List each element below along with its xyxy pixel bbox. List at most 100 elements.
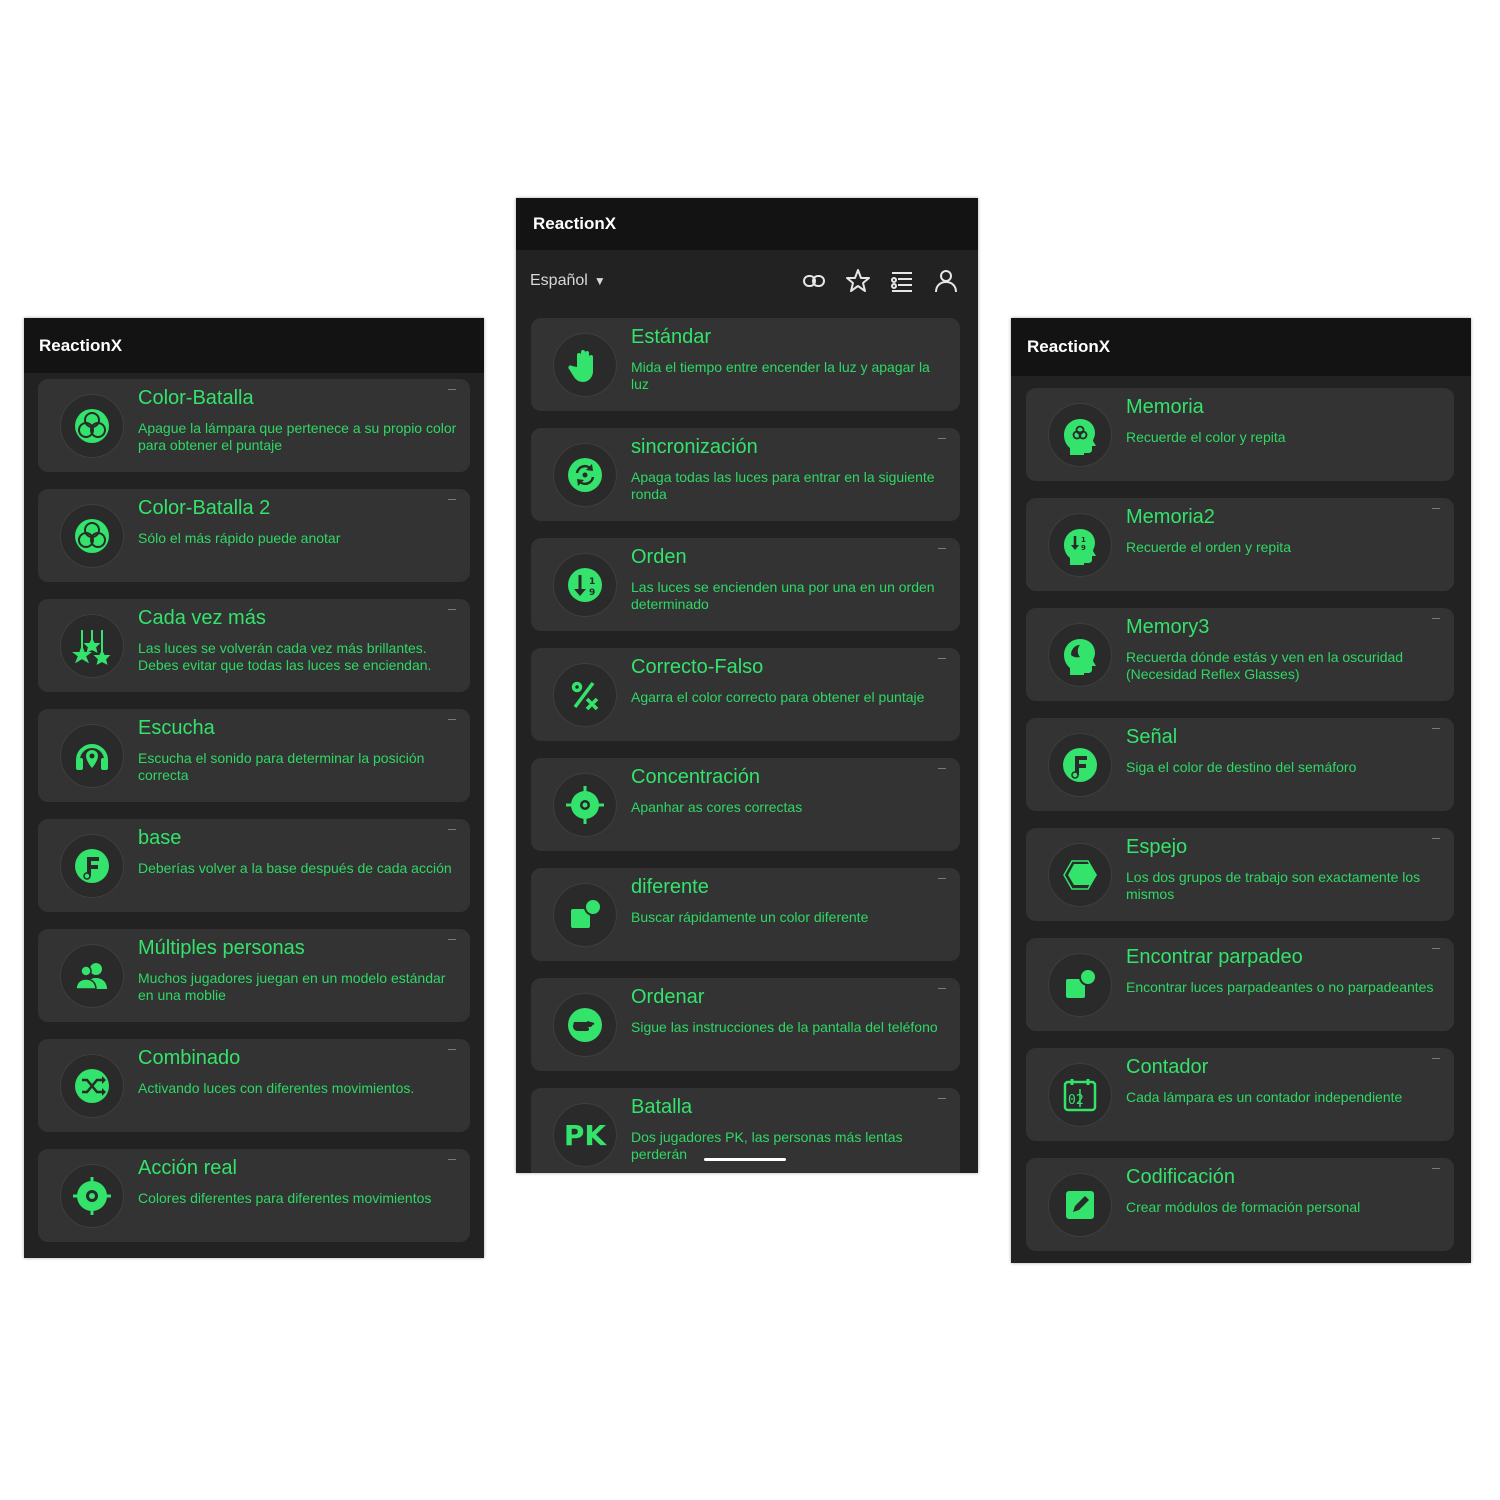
more-dash-icon[interactable] (448, 1159, 456, 1160)
mode-card-estandar[interactable]: Estándar Mida el tiempo entre encender l… (531, 318, 960, 411)
counter-digits: 02 (1068, 1093, 1084, 1108)
head-order-icon: 19 (1048, 513, 1112, 577)
more-dash-icon[interactable] (938, 768, 946, 769)
mode-card-orden[interactable]: 19 Orden Las luces se encienden una por … (531, 538, 960, 631)
mode-card-ordenar[interactable]: Ordenar Sigue las instrucciones de la pa… (531, 978, 960, 1071)
svg-text:9: 9 (589, 588, 595, 598)
shapes-icon (553, 883, 617, 947)
mode-card-senal[interactable]: Señal Siga el color de destino del semáf… (1026, 718, 1454, 811)
mode-description: Apaga todas las luces para entrar en la … (631, 469, 935, 502)
sync-icon (553, 443, 617, 507)
dropdown-caret-icon: ▼ (593, 274, 606, 288)
more-dash-icon[interactable] (448, 389, 456, 390)
mode-list: Color-Batalla Apague la lámpara que pert… (24, 373, 484, 1242)
mode-card-combinado[interactable]: Combinado Activando luces con diferentes… (38, 1039, 470, 1132)
more-dash-icon[interactable] (938, 878, 946, 879)
more-dash-icon[interactable] (448, 499, 456, 500)
edit-icon (1048, 1173, 1112, 1237)
mode-title: Correcto-Falso (631, 656, 764, 678)
mode-description: Muchos jugadores juegan en un modelo est… (138, 970, 446, 1003)
mode-card-concentracion[interactable]: Concentración Apanhar as cores correctas (531, 758, 960, 851)
more-dash-icon[interactable] (938, 1098, 946, 1099)
svg-text:1: 1 (1081, 536, 1086, 544)
language-select[interactable]: Español ▼ (530, 272, 606, 290)
mode-card-multiples-personas[interactable]: Múltiples personas Muchos jugadores jueg… (38, 929, 470, 1022)
mode-card-sincronizacion[interactable]: sincronización Apaga todas las luces par… (531, 428, 960, 521)
percent-x-icon (553, 663, 617, 727)
mode-list: Memoria Recuerde el color y repita 19 Me… (1011, 376, 1471, 1251)
pk-icon: PK (553, 1103, 617, 1167)
shuffle-icon (60, 1054, 124, 1118)
more-dash-icon[interactable] (1432, 1168, 1440, 1169)
mode-title: Señal (1126, 726, 1178, 748)
mode-card-color-batalla-2[interactable]: Color-Batalla 2 Sólo el más rápido puede… (38, 489, 470, 582)
mode-card-contador[interactable]: 02 Contador Cada lámpara es un contador … (1026, 1048, 1454, 1141)
mode-card-escucha[interactable]: Escucha Escucha el sonido para determina… (38, 709, 470, 802)
mode-description: Sólo el más rápido puede anotar (138, 530, 341, 546)
phone-screen-right: ReactionX Memoria Recuerde el color y re… (1011, 318, 1471, 1263)
headphones-pin-icon (60, 724, 124, 788)
app-title: ReactionX (1027, 337, 1111, 356)
mode-description: Agarra el color correcto para obtener el… (631, 689, 925, 705)
more-dash-icon[interactable] (448, 719, 456, 720)
mode-title: Color-Batalla 2 (138, 497, 271, 519)
mode-card-memory3[interactable]: Memory3 Recuerda dónde estás y ven en la… (1026, 608, 1454, 701)
more-dash-icon[interactable] (1432, 838, 1440, 839)
mode-card-accion-real[interactable]: Acción real Colores diferentes para dife… (38, 1149, 470, 1242)
hanging-stars-icon (60, 614, 124, 678)
app-titlebar: ReactionX (516, 198, 978, 250)
mode-description: Recuerde el color y repita (1126, 429, 1286, 445)
mode-description: Encontrar luces parpadeantes o no parpad… (1126, 979, 1434, 995)
mode-card-cada-vez-mas[interactable]: Cada vez más Las luces se volverán cada … (38, 599, 470, 692)
more-dash-icon[interactable] (938, 438, 946, 439)
pointing-hand-icon (553, 993, 617, 1057)
home-indicator[interactable] (704, 1158, 786, 1161)
mode-card-memoria2[interactable]: 19 Memoria2 Recuerde el orden y repita (1026, 498, 1454, 591)
more-dash-icon[interactable] (448, 829, 456, 830)
mode-description: Activando luces con diferentes movimient… (138, 1080, 415, 1096)
more-dash-icon[interactable] (1432, 618, 1440, 619)
more-dash-icon[interactable] (1432, 728, 1440, 729)
more-dash-icon[interactable] (448, 939, 456, 940)
mode-title: Ordenar (631, 986, 705, 1008)
mode-card-base[interactable]: base Deberías volver a la base después d… (38, 819, 470, 912)
mode-card-memoria[interactable]: Memoria Recuerde el color y repita (1026, 388, 1454, 481)
mode-description: Las luces se volverán cada vez más brill… (138, 640, 432, 673)
toolbar: Español ▼ (516, 250, 978, 312)
language-label: Español (530, 272, 588, 289)
more-dash-icon[interactable] (938, 658, 946, 659)
mode-card-color-batalla[interactable]: Color-Batalla Apague la lámpara que pert… (38, 379, 470, 472)
mode-title: Orden (631, 546, 687, 568)
mode-card-correcto-falso[interactable]: Correcto-Falso Agarra el color correcto … (531, 648, 960, 741)
mode-description: Sigue las instrucciones de la pantalla d… (631, 1019, 938, 1035)
more-dash-icon[interactable] (938, 988, 946, 989)
mode-card-codificacion[interactable]: Codificación Crear módulos de formación … (1026, 1158, 1454, 1251)
pk-icon-text: PK (563, 1118, 607, 1152)
mode-description: Siga el color de destino del semáforo (1126, 759, 1357, 775)
mode-description: Apague la lámpara que pertenece a su pro… (138, 420, 457, 453)
crosshair-icon (60, 1164, 124, 1228)
mode-card-espejo[interactable]: Espejo Los dos grupos de trabajo son exa… (1026, 828, 1454, 921)
more-dash-icon[interactable] (1432, 508, 1440, 509)
head-brain-icon (1048, 403, 1112, 467)
phone-screen-center: ReactionX Español ▼ Estándar Mida el tie… (516, 198, 978, 1173)
link-icon[interactable] (800, 267, 828, 295)
mode-title: Codificación (1126, 1166, 1235, 1188)
mode-description: Apanhar as cores correctas (631, 799, 803, 815)
shapes-icon (1048, 953, 1112, 1017)
list-settings-icon[interactable] (888, 267, 916, 295)
user-icon[interactable] (932, 267, 960, 295)
app-titlebar: ReactionX (1011, 318, 1471, 376)
more-dash-icon[interactable] (1432, 948, 1440, 949)
more-dash-icon[interactable] (448, 1049, 456, 1050)
mode-card-encontrar-parpadeo[interactable]: Encontrar parpadeo Encontrar luces parpa… (1026, 938, 1454, 1031)
more-dash-icon[interactable] (1432, 1058, 1440, 1059)
more-dash-icon[interactable] (938, 548, 946, 549)
sort-order-icon: 19 (553, 553, 617, 617)
star-icon[interactable] (844, 267, 872, 295)
more-dash-icon[interactable] (448, 609, 456, 610)
mode-description: Deberías volver a la base después de cad… (138, 860, 452, 876)
mode-card-diferente[interactable]: diferente Buscar rápidamente un color di… (531, 868, 960, 961)
hexagon-icon (1048, 843, 1112, 907)
mode-description: Buscar rápidamente un color diferente (631, 909, 869, 925)
